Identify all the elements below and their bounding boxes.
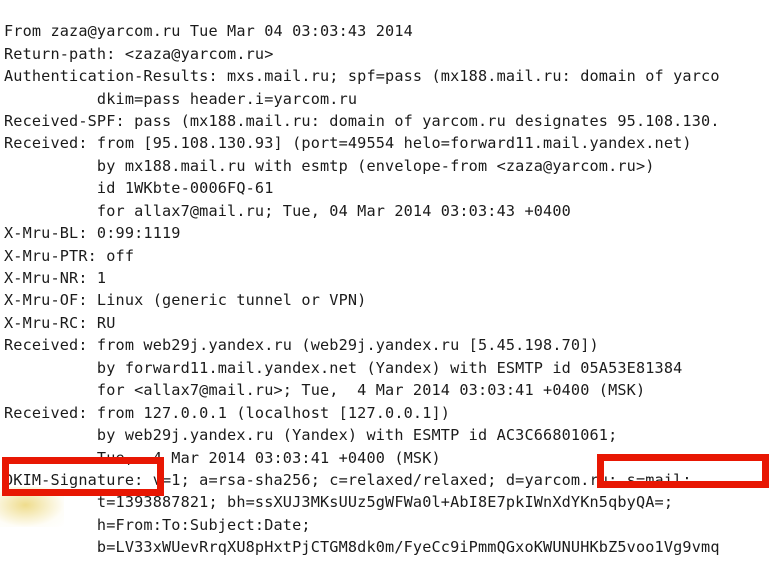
- header-line: DKIM-Signature: v=1; a=rsa-sha256; c=rel…: [4, 470, 692, 489]
- header-line: for <allax7@mail.ru>; Tue, 4 Mar 2014 03…: [4, 381, 646, 400]
- header-line: X-Mru-NR: 1: [4, 269, 107, 287]
- header-line: Return-path: <zaza@yarcom.ru>: [4, 44, 274, 63]
- header-line: X-Mru-BL: 0:99:1119: [4, 224, 181, 243]
- header-line: Tue, 4 Mar 2014 03:03:41 +0400 (MSK): [4, 448, 441, 467]
- header-line: Received: from [95.108.130.93] (port=495…: [4, 134, 692, 153]
- header-line: h=From:To:Subject:Date;: [4, 515, 311, 534]
- header-line: id 1WKbte-0006FQ-61: [4, 179, 274, 198]
- header-line: for allax7@mail.ru; Tue, 04 Mar 2014 03:…: [4, 201, 571, 220]
- header-line: dkim=pass header.i=yarcom.ru: [4, 89, 358, 108]
- header-line: by mx188.mail.ru with esmtp (envelope-fr…: [4, 156, 655, 175]
- header-line: b=LV33xWUevRrqXU8pHxtPjCTGM8dk0m/FyeCc9i…: [4, 538, 720, 557]
- header-line: by forward11.mail.yandex.net (Yandex) wi…: [4, 358, 683, 377]
- header-line: From zaza@yarcom.ru Tue Mar 04 03:03:43 …: [4, 22, 413, 41]
- header-line: X-Mru-OF: Linux (generic tunnel or VPN): [4, 291, 367, 310]
- header-line: Received: from 127.0.0.1 (localhost [127…: [4, 403, 451, 422]
- header-line: Authentication-Results: mxs.mail.ru; spf…: [4, 67, 720, 86]
- header-line: X-Mru-RC: RU: [4, 313, 116, 332]
- header-line: Received-SPF: pass (mx188.mail.ru: domai…: [4, 111, 720, 130]
- header-line: by web29j.yandex.ru (Yandex) with ESMTP …: [4, 426, 618, 445]
- header-line: Received: from web29j.yandex.ru (web29j.…: [4, 336, 599, 355]
- email-headers-screenshot: From zaza@yarcom.ru Tue Mar 04 03:03:43 …: [0, 0, 776, 561]
- email-headers-text: From zaza@yarcom.ru Tue Mar 04 03:03:43 …: [0, 15, 776, 561]
- header-line: X-Mru-PTR: off: [4, 246, 135, 265]
- header-line: t=1393887821; bh=ssXUJ3MKsUUz5gWFWa0l+Ab…: [4, 493, 674, 512]
